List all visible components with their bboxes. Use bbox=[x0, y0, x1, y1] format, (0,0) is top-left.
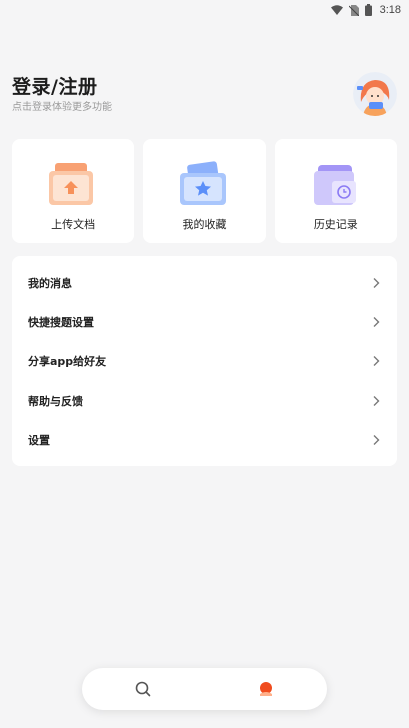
chevron-right-icon bbox=[373, 277, 380, 288]
my-favorites-label: 我的收藏 bbox=[182, 218, 227, 231]
profile-icon bbox=[259, 682, 272, 696]
quick-actions: 上传文档 我的收藏 历史记录 bbox=[12, 139, 397, 243]
menu-item-settings[interactable]: 设置 bbox=[12, 421, 397, 460]
login-register-title[interactable]: 登录/注册 bbox=[12, 72, 97, 99]
chevron-right-icon bbox=[373, 317, 380, 328]
nav-profile-button[interactable] bbox=[236, 668, 296, 710]
login-subtitle: 点击登录体验更多功能 bbox=[12, 102, 112, 113]
history-card[interactable]: 历史记录 bbox=[274, 139, 397, 243]
menu-item-label: 我的消息 bbox=[28, 276, 72, 290]
chevron-right-icon bbox=[373, 395, 380, 406]
avatar[interactable] bbox=[353, 72, 397, 116]
history-label: 历史记录 bbox=[313, 218, 358, 231]
wifi-icon bbox=[330, 5, 343, 15]
bottom-nav bbox=[82, 668, 327, 710]
status-time: 3:18 bbox=[379, 4, 401, 16]
menu-item-share-app[interactable]: 分享app给好友 bbox=[12, 342, 397, 381]
search-icon bbox=[135, 681, 151, 697]
upload-documents-label: 上传文档 bbox=[51, 218, 96, 231]
menu-item-label: 帮助与反馈 bbox=[28, 394, 83, 408]
battery-icon bbox=[364, 4, 372, 16]
upload-folder-icon bbox=[49, 163, 94, 205]
history-clock-icon bbox=[313, 165, 356, 205]
menu-item-label: 设置 bbox=[28, 434, 50, 448]
upload-documents-card[interactable]: 上传文档 bbox=[12, 139, 135, 243]
menu-item-my-messages[interactable]: 我的消息 bbox=[12, 263, 397, 302]
nav-search-button[interactable] bbox=[113, 668, 173, 710]
menu-item-label: 快捷搜题设置 bbox=[28, 316, 94, 330]
menu-item-help-feedback[interactable]: 帮助与反馈 bbox=[12, 381, 397, 420]
settings-menu: 我的消息 快捷搜题设置 分享app给好友 帮助与反馈 设置 bbox=[12, 256, 397, 466]
menu-item-quick-search-settings[interactable]: 快捷搜题设置 bbox=[12, 302, 397, 341]
profile-header: 登录/注册 点击登录体验更多功能 bbox=[12, 70, 397, 120]
avatar-illustration-icon bbox=[353, 72, 397, 116]
menu-item-label: 分享app给好友 bbox=[28, 355, 107, 369]
no-sim-icon bbox=[348, 4, 359, 16]
favorites-star-icon bbox=[180, 161, 227, 205]
status-bar: 3:18 bbox=[0, 0, 409, 20]
chevron-right-icon bbox=[373, 356, 380, 367]
my-favorites-card[interactable]: 我的收藏 bbox=[143, 139, 266, 243]
chevron-right-icon bbox=[373, 435, 380, 446]
